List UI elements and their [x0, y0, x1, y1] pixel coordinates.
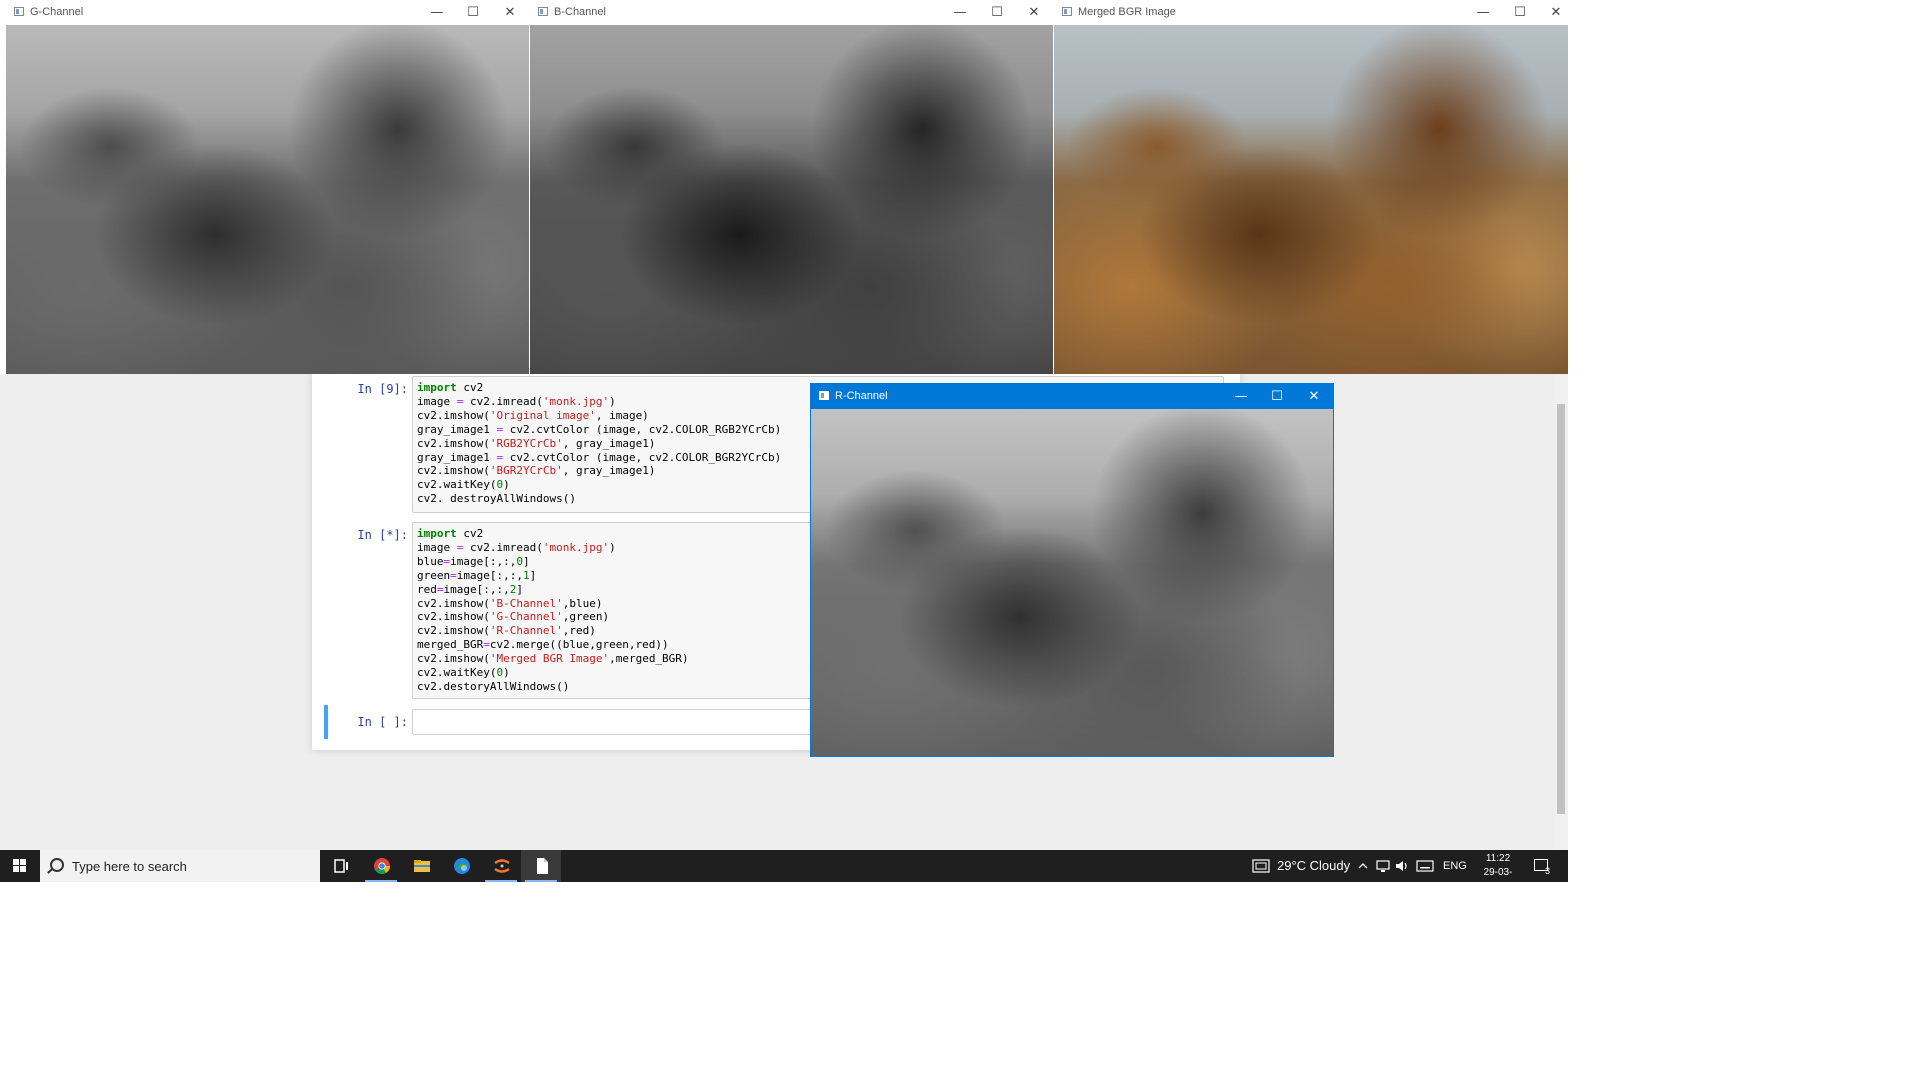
windows-logo-icon: [13, 859, 19, 865]
window-titlebar[interactable]: Merged BGR Image — ☐ ✕: [1054, 0, 1568, 25]
clock[interactable]: 11:22 29-03-2023: [1473, 852, 1523, 894]
edge-icon: [454, 858, 470, 874]
weather-icon: [1252, 859, 1270, 873]
running-indicator: [485, 880, 517, 882]
clock-time: 11:22: [1485, 853, 1511, 864]
document-icon: [537, 858, 548, 874]
window-app-icon: [538, 7, 548, 16]
r-channel-window[interactable]: R-Channel — ☐ ✕: [810, 383, 1334, 757]
minimize-button[interactable]: —: [1223, 384, 1259, 409]
network-icon[interactable]: [1375, 858, 1391, 874]
window-titlebar[interactable]: R-Channel — ☐ ✕: [811, 384, 1333, 409]
file-explorer-icon: [414, 860, 430, 872]
scrollbar-thumb[interactable]: [1557, 404, 1565, 814]
minimize-button[interactable]: —: [1465, 0, 1501, 25]
minimize-button[interactable]: —: [942, 0, 978, 25]
edge-button[interactable]: [441, 850, 481, 882]
maximize-button[interactable]: ☐: [1259, 384, 1295, 409]
close-button[interactable]: ✕: [1016, 0, 1052, 25]
merged-bgr-window[interactable]: Merged BGR Image — ☐ ✕: [1054, 0, 1568, 374]
chevron-up-icon[interactable]: [1357, 860, 1369, 872]
volume-icon[interactable]: [1394, 858, 1410, 874]
close-button[interactable]: ✕: [1538, 0, 1574, 25]
notification-count: 3: [1545, 866, 1551, 876]
g-channel-window[interactable]: G-Channel — ☐ ✕: [6, 0, 529, 374]
task-view-button[interactable]: [320, 850, 360, 882]
window-app-icon: [819, 391, 829, 400]
window-titlebar[interactable]: G-Channel — ☐ ✕: [6, 0, 529, 25]
maximize-button[interactable]: ☐: [455, 0, 491, 25]
jupyter-button[interactable]: [481, 850, 521, 882]
document-button[interactable]: [521, 850, 561, 882]
window-app-icon: [14, 7, 24, 16]
chrome-button[interactable]: [361, 850, 401, 882]
window-title: B-Channel: [554, 6, 606, 18]
g-channel-image: [6, 25, 529, 374]
start-button[interactable]: [0, 850, 40, 882]
window-title: G-Channel: [30, 6, 84, 18]
window-app-icon: [1062, 7, 1072, 16]
keyboard-icon[interactable]: [1416, 859, 1434, 873]
vertical-scrollbar[interactable]: [1554, 374, 1568, 850]
weather-text[interactable]: 29°C Cloudy: [1277, 858, 1350, 873]
clock-date: 29-03-2023: [1483, 867, 1513, 892]
search-placeholder: Type here to search: [72, 859, 187, 874]
jupyter-icon: [494, 859, 510, 873]
minimize-button[interactable]: —: [419, 0, 455, 25]
windows-logo-icon: [20, 859, 26, 865]
window-title: Merged BGR Image: [1078, 6, 1176, 18]
windows-logo-icon: [13, 866, 19, 872]
language-indicator[interactable]: ENG: [1443, 860, 1467, 872]
windows-logo-icon: [20, 866, 26, 872]
search-icon: [50, 858, 64, 872]
b-channel-window[interactable]: B-Channel — ☐ ✕: [530, 0, 1053, 374]
cell-prompt: In [ ]:: [357, 715, 408, 729]
taskbar: Type here to search 29°C Cloudy ENG 11:2…: [0, 850, 1568, 892]
b-channel-image: [530, 25, 1053, 374]
merged-bgr-image: [1054, 25, 1568, 374]
chrome-icon: [374, 858, 390, 874]
window-titlebar[interactable]: B-Channel — ☐ ✕: [530, 0, 1053, 25]
taskbar-search-box[interactable]: Type here to search: [40, 850, 320, 882]
running-indicator: [525, 880, 557, 882]
running-indicator: [365, 880, 397, 882]
close-button[interactable]: ✕: [1296, 384, 1332, 409]
r-channel-image: [811, 409, 1333, 756]
file-explorer-button[interactable]: [401, 850, 441, 882]
maximize-button[interactable]: ☐: [979, 0, 1015, 25]
cell-prompt: In [*]:: [357, 528, 408, 542]
window-title: R-Channel: [835, 390, 888, 402]
cell-prompt: In [9]:: [357, 382, 408, 396]
task-view-icon: [334, 859, 348, 873]
close-button[interactable]: ✕: [492, 0, 528, 25]
maximize-button[interactable]: ☐: [1502, 0, 1538, 25]
